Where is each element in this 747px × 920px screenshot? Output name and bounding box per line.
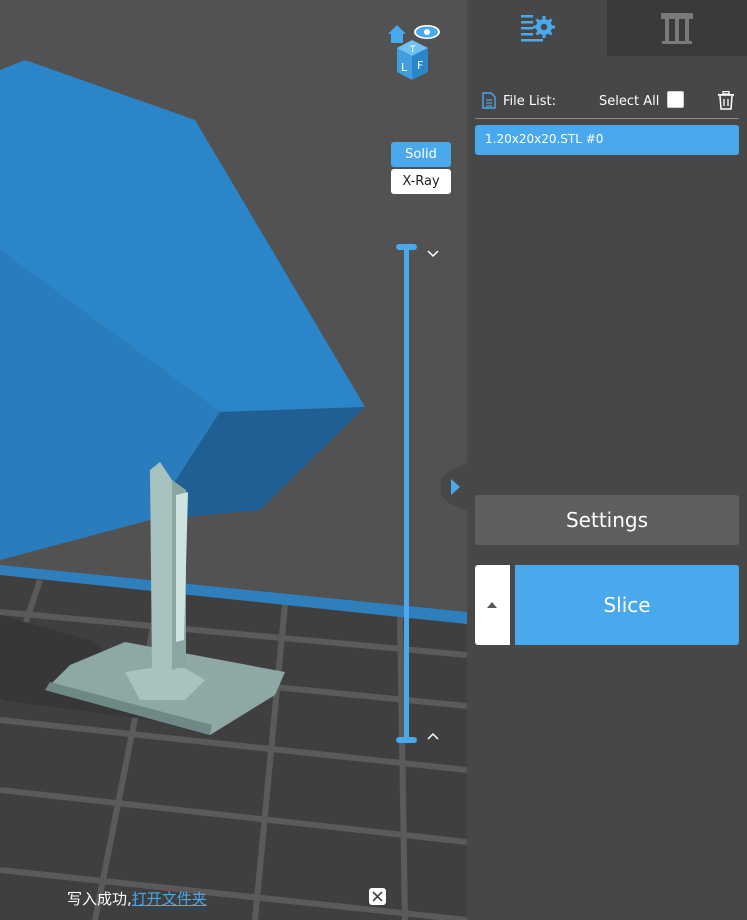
cube-face-front[interactable]: F xyxy=(417,59,423,72)
select-all-checkbox[interactable] xyxy=(667,91,684,108)
status-close-button[interactable] xyxy=(369,888,386,905)
file-list-header: File List: Select All xyxy=(475,88,739,119)
open-folder-link[interactable]: 打开文件夹 xyxy=(132,890,207,908)
close-icon xyxy=(372,891,383,902)
eye-icon[interactable] xyxy=(414,25,440,39)
status-message: 写入成功,打开文件夹 xyxy=(67,888,207,909)
tab-support[interactable] xyxy=(607,0,747,56)
chevron-down-icon[interactable] xyxy=(427,250,439,258)
xray-view-button[interactable]: X-Ray xyxy=(391,169,451,194)
layer-slider-top-handle[interactable] xyxy=(396,244,417,250)
slice-options-dropdown[interactable] xyxy=(475,565,510,645)
right-panel: File List: Select All 1.20x20x20.STL #0 … xyxy=(467,0,747,920)
file-name: 1.20x20x20.STL #0 xyxy=(485,132,604,146)
slice-button[interactable]: Slice xyxy=(515,565,739,645)
trash-icon[interactable] xyxy=(717,91,735,111)
caret-up-icon xyxy=(487,602,497,608)
file-list-label: File List: xyxy=(503,94,556,109)
document-icon xyxy=(482,92,496,109)
tab-slice-settings[interactable] xyxy=(467,0,607,56)
cube-face-top[interactable]: T xyxy=(409,45,416,55)
chevron-up-icon[interactable] xyxy=(427,732,439,740)
panel-collapse-handle[interactable] xyxy=(441,463,467,511)
view-cube[interactable]: T L F xyxy=(384,22,444,84)
solid-view-button[interactable]: Solid xyxy=(391,142,451,167)
status-message-text: 写入成功, xyxy=(67,890,132,908)
home-icon[interactable] xyxy=(388,25,406,43)
support-icon xyxy=(661,13,693,44)
slice-settings-icon xyxy=(521,15,555,42)
layer-slider-bottom-handle[interactable] xyxy=(396,737,417,743)
select-all-label: Select All xyxy=(599,94,660,109)
3d-viewport[interactable]: T L F Solid X-Ray 写入成功,打开文件夹 xyxy=(0,0,467,920)
settings-button[interactable]: Settings xyxy=(475,495,739,545)
file-list-item[interactable]: 1.20x20x20.STL #0 xyxy=(475,125,739,155)
cube-face-left[interactable]: L xyxy=(401,61,408,74)
